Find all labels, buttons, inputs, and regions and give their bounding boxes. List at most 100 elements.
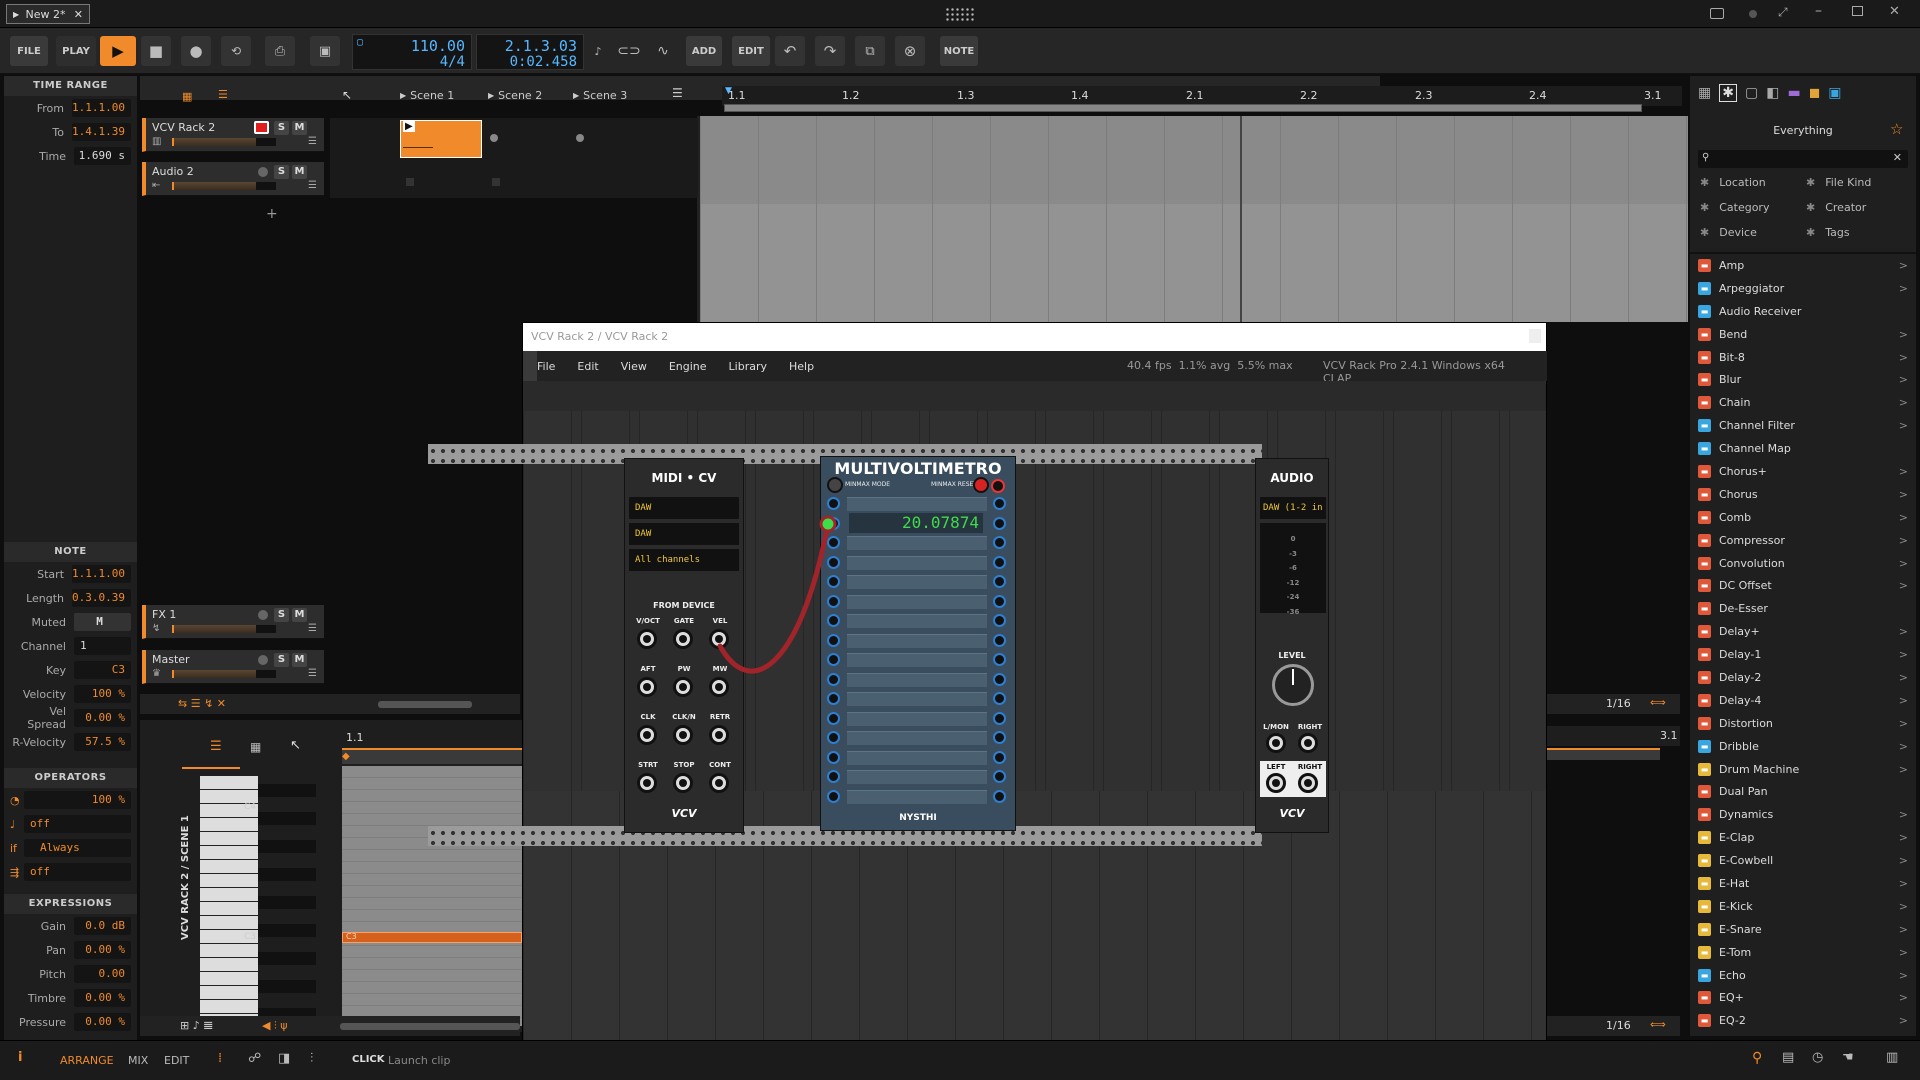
chevron-right-icon[interactable]: > (1899, 557, 1908, 570)
mix-tab[interactable]: MIX (128, 1054, 148, 1067)
browser-item[interactable]: ▬ Delay-1 > (1690, 643, 1916, 666)
track-menu-icon[interactable]: ☰ (308, 668, 317, 679)
mute-button[interactable]: M (292, 165, 307, 179)
track-menu-icon[interactable]: ☰ (308, 136, 317, 147)
chevron-right-icon[interactable]: > (1899, 763, 1908, 776)
solo-button[interactable]: S (274, 608, 289, 622)
chevron-right-icon[interactable]: > (1899, 648, 1908, 661)
midi-output-jack[interactable] (673, 629, 693, 649)
midi-output-jack[interactable] (709, 725, 729, 745)
timbre-value[interactable]: 0.00 % (74, 989, 131, 1007)
clip-slot-record-icon[interactable] (490, 134, 498, 142)
track-audio-2[interactable]: Audio 2 S M ⇤ ☰ (142, 162, 324, 196)
clip-slot-playing[interactable]: ▶ (400, 120, 482, 158)
meter-input-jack[interactable] (827, 731, 840, 744)
browser-item[interactable]: ▬ Arpeggiator > (1690, 277, 1916, 300)
to-value[interactable]: 1.4.1.39 (72, 123, 131, 141)
clip-slot-stop[interactable] (406, 178, 414, 186)
browser-search-icon[interactable]: ⚲ (1752, 1050, 1762, 1066)
file-tab-icon[interactable]: ▢ (1745, 85, 1758, 101)
grid-icon[interactable]: ▦ (1698, 85, 1711, 101)
loop-start-icon[interactable]: ◆ (342, 751, 350, 762)
chevron-right-icon[interactable]: > (1899, 465, 1908, 478)
clock-icon[interactable]: ◷ (1812, 1050, 1823, 1065)
meter-input-jack[interactable] (827, 770, 840, 783)
pitch-value[interactable]: 0.00 (74, 965, 131, 983)
key-value[interactable]: C3 (74, 661, 131, 679)
browser-item[interactable]: ▬ Dual Pan (1690, 780, 1916, 803)
track-menu-icon[interactable]: ☰ (308, 623, 317, 634)
chance-value[interactable]: 100 % (24, 791, 131, 809)
scene-play-icon[interactable]: ▶ (400, 91, 406, 100)
midi-output-jack[interactable] (673, 725, 693, 745)
midi-output-jack[interactable] (709, 773, 729, 793)
minmax-mode-switch[interactable] (827, 477, 843, 493)
loop-range-bar[interactable] (724, 104, 1642, 112)
redo-icon[interactable]: ↷ (815, 36, 845, 66)
editor-zoom-icon[interactable]: ⟺ (1650, 1018, 1666, 1031)
stop-icon[interactable]: ■ (141, 36, 171, 66)
editor-scrollbar[interactable] (340, 1023, 520, 1030)
groove-icon[interactable]: ∿ (648, 36, 678, 66)
input-jack-left[interactable] (1266, 773, 1286, 793)
editor-mode-icon[interactable]: ◀ ⫶ ψ (262, 1019, 287, 1033)
midi-output-jack[interactable] (637, 677, 657, 697)
chevron-right-icon[interactable]: > (1899, 923, 1908, 936)
minimize-icon[interactable]: – (1815, 3, 1822, 19)
signature-value[interactable]: 4/4 (440, 54, 465, 70)
record-icon[interactable]: ● (181, 36, 211, 66)
meter-output-jack[interactable] (993, 633, 1006, 647)
scene-1[interactable]: ▶ Scene 1 (400, 89, 454, 102)
arm-icon[interactable] (258, 610, 268, 620)
minmax-reset-jack[interactable] (991, 479, 1005, 493)
browser-item[interactable]: ▬ De-Esser (1690, 597, 1916, 620)
arranger-lane-vcv[interactable] (700, 116, 1688, 204)
editor-loop-bar-right[interactable] (1540, 748, 1660, 760)
browser-item[interactable]: ▬ Comb > (1690, 506, 1916, 529)
velocity-value[interactable]: 100 % (74, 685, 131, 703)
filter-device[interactable]: ✱ Device (1700, 226, 1757, 239)
arrange-tab[interactable]: ARRANGE (60, 1054, 114, 1067)
meter-output-jack[interactable] (993, 555, 1006, 569)
from-value[interactable]: 1.1.1.00 (72, 99, 131, 117)
browser-item[interactable]: ▬ Audio Receiver (1690, 300, 1916, 323)
meter-output-jack[interactable] (993, 672, 1006, 686)
browser-item[interactable]: ▬ EQ+ > (1690, 987, 1916, 1010)
device-panel-icon[interactable]: ◨ (278, 1051, 290, 1066)
track-fx-1[interactable]: FX 1 S M ↯ ☰ (142, 605, 324, 639)
expand-icon[interactable]: ⤢ (1778, 5, 1788, 20)
undo-icon[interactable]: ↶ (775, 36, 805, 66)
clip-slot-stop[interactable] (492, 178, 500, 186)
filter-tags[interactable]: ✱ Tags (1806, 226, 1850, 239)
meter-input-jack[interactable] (827, 789, 840, 803)
browser-item[interactable]: ▬ Bend > (1690, 323, 1916, 346)
editor-tab[interactable]: ☰ (182, 733, 240, 769)
add-track-icon[interactable]: + (266, 206, 278, 222)
arranger-lane-empty[interactable] (700, 204, 1688, 322)
track-name[interactable]: Master (152, 653, 190, 666)
chevron-right-icon[interactable]: > (1899, 259, 1908, 272)
arrange-view-icon[interactable]: ☰ (218, 88, 228, 101)
vcv-menu-file[interactable]: File (537, 360, 555, 373)
browser-item[interactable]: ▬ Compressor > (1690, 529, 1916, 552)
vcv-menu-library[interactable]: Library (729, 360, 767, 373)
grip-icon[interactable] (945, 7, 975, 21)
info-icon[interactable]: i (18, 1050, 22, 1065)
output-jack-right[interactable] (1298, 733, 1318, 753)
meter-output-jack[interactable] (993, 653, 1006, 666)
volume-meter[interactable] (172, 138, 276, 146)
add-button[interactable]: ADD (686, 36, 722, 66)
track-menu-icon[interactable]: ☰ (308, 180, 317, 191)
r-velocity-value[interactable]: 57.5 % (74, 733, 131, 751)
keyboard-icon[interactable] (1710, 8, 1724, 19)
editor-ruler[interactable]: 1.1 (342, 728, 522, 748)
browser-item[interactable]: ▬ Amp > (1690, 254, 1916, 277)
clip-view-icon[interactable]: ▦ (182, 90, 192, 103)
automation-icon[interactable]: ⟲ (221, 36, 251, 66)
input-jack-right[interactable] (1298, 773, 1318, 793)
chevron-right-icon[interactable]: > (1899, 396, 1908, 409)
metronome-icon[interactable]: ♪ (588, 36, 608, 66)
mixer-icon[interactable]: ⫶ (310, 1051, 313, 1066)
file-button[interactable]: FILE (10, 36, 48, 66)
audio-module[interactable]: AUDIO DAW (1-2 in LEVEL L/MON RIGHT LEFT… (1255, 458, 1329, 833)
